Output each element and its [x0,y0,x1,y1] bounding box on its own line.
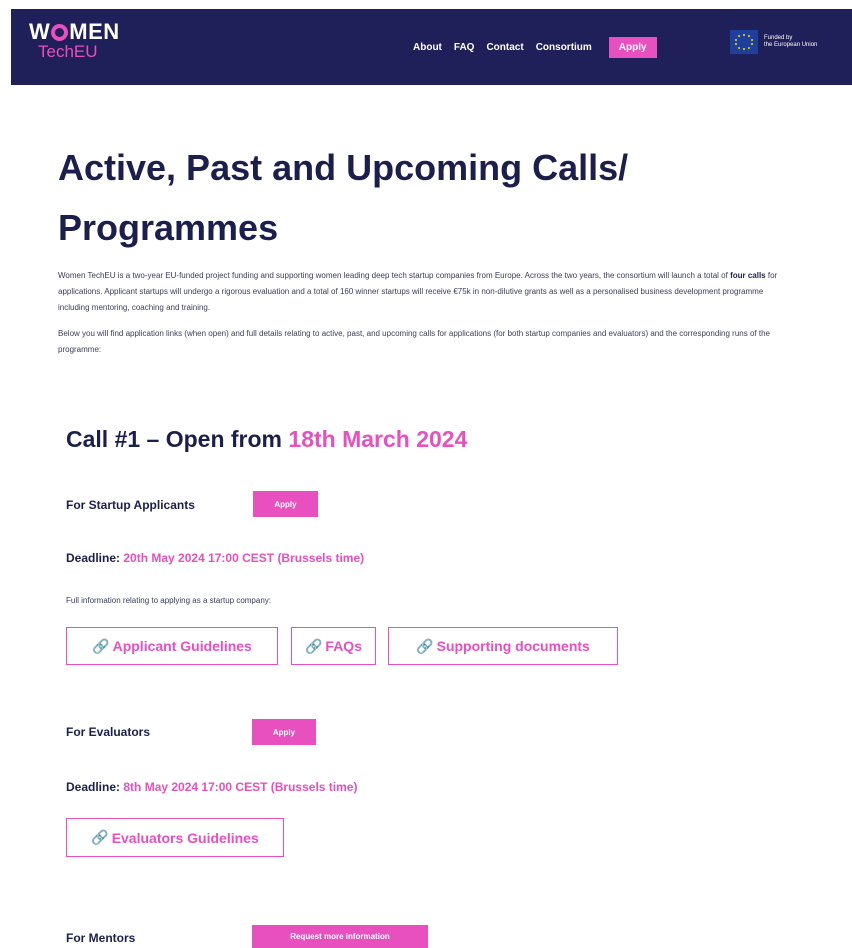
intro-bold: four calls [730,271,766,280]
evaluators-deadline-label: Deadline: [66,780,124,794]
page-title-line2: Programmes [58,207,279,248]
intro-paragraph-2: Below you will find application links (w… [58,329,770,354]
site-header: W MEN TechEU About FAQ Contact Consortiu… [11,9,852,85]
logo-subtitle: TechEU [38,42,98,61]
eu-funding-text: Funded by the European Union [764,35,817,49]
evaluators-apply-button[interactable]: Apply [252,719,316,745]
page-title: Active, Past and Upcoming Calls/ Program… [58,142,793,254]
link-icon: 🔗 [416,637,434,654]
nav-consortium[interactable]: Consortium [536,42,592,53]
supporting-documents-link[interactable]: 🔗 Supporting documents [388,627,618,665]
link-icon: 🔗 [304,637,323,654]
evaluators-deadline: Deadline: 8th May 2024 17:00 CEST (Bruss… [66,780,357,794]
nav-contact[interactable]: Contact [486,42,523,53]
call-title-prefix: Call #1 – Open from [66,426,289,452]
startup-info-note: Full information relating to applying as… [66,596,271,605]
link-icon: 🔗 [91,829,109,845]
call-title: Call #1 – Open from 18th March 2024 [66,426,467,453]
logo-letter-w: W [29,19,51,44]
page-title-line1: Active, Past and Upcoming Calls/ [58,147,629,188]
startup-section-label: For Startup Applicants [66,498,195,512]
eu-funding-badge: Funded by the European Union [730,30,817,54]
call-title-date: 18th March 2024 [288,426,468,452]
eu-text-line1: Funded by [764,35,793,41]
startup-apply-button[interactable]: Apply [253,491,318,517]
logo[interactable]: W MEN TechEU [29,21,120,61]
nav-apply-button[interactable]: Apply [608,37,657,58]
eu-flag-icon [730,30,758,54]
evaluators-guidelines-link[interactable]: 🔗 Evaluators Guidelines [66,818,284,857]
logo-letters-men: MEN [69,19,120,44]
faqs-link[interactable]: 🔗 FAQs [291,627,376,665]
nav-faq[interactable]: FAQ [454,42,475,53]
intro-paragraph: Women TechEU is a two-year EU-funded pro… [58,268,793,316]
faqs-label: FAQs [325,638,362,654]
main-content: Active, Past and Upcoming Calls/ Program… [58,142,793,358]
startup-deadline: Deadline: 20th May 2024 17:00 CEST (Brus… [66,551,364,565]
startup-deadline-value: 20th May 2024 17:00 CEST (Brussels time) [123,551,365,565]
nav-about[interactable]: About [413,42,442,53]
evaluators-guidelines-label: Evaluators Guidelines [111,829,259,846]
intro-text-1: Women TechEU is a two-year EU-funded pro… [58,271,731,280]
mentors-section-label: For Mentors [66,931,136,945]
evaluators-deadline-value: 8th May 2024 17:00 CEST (Brussels time) [123,780,358,794]
supporting-documents-label: Supporting documents [436,638,590,654]
applicant-guidelines-label: Applicant Guidelines [112,638,252,654]
evaluators-section-label: For Evaluators [66,725,151,739]
eu-text-line2: the European Union [764,42,818,48]
mentors-request-info-button[interactable]: Request more information [252,925,428,948]
main-nav: About FAQ Contact Consortium Apply [413,37,657,58]
logo-wordmark: W MEN [29,21,120,43]
logo-o-icon [51,23,69,41]
applicant-guidelines-link[interactable]: 🔗 Applicant Guidelines [66,627,278,665]
startup-deadline-label: Deadline: [66,551,124,565]
link-icon: 🔗 [92,637,110,654]
